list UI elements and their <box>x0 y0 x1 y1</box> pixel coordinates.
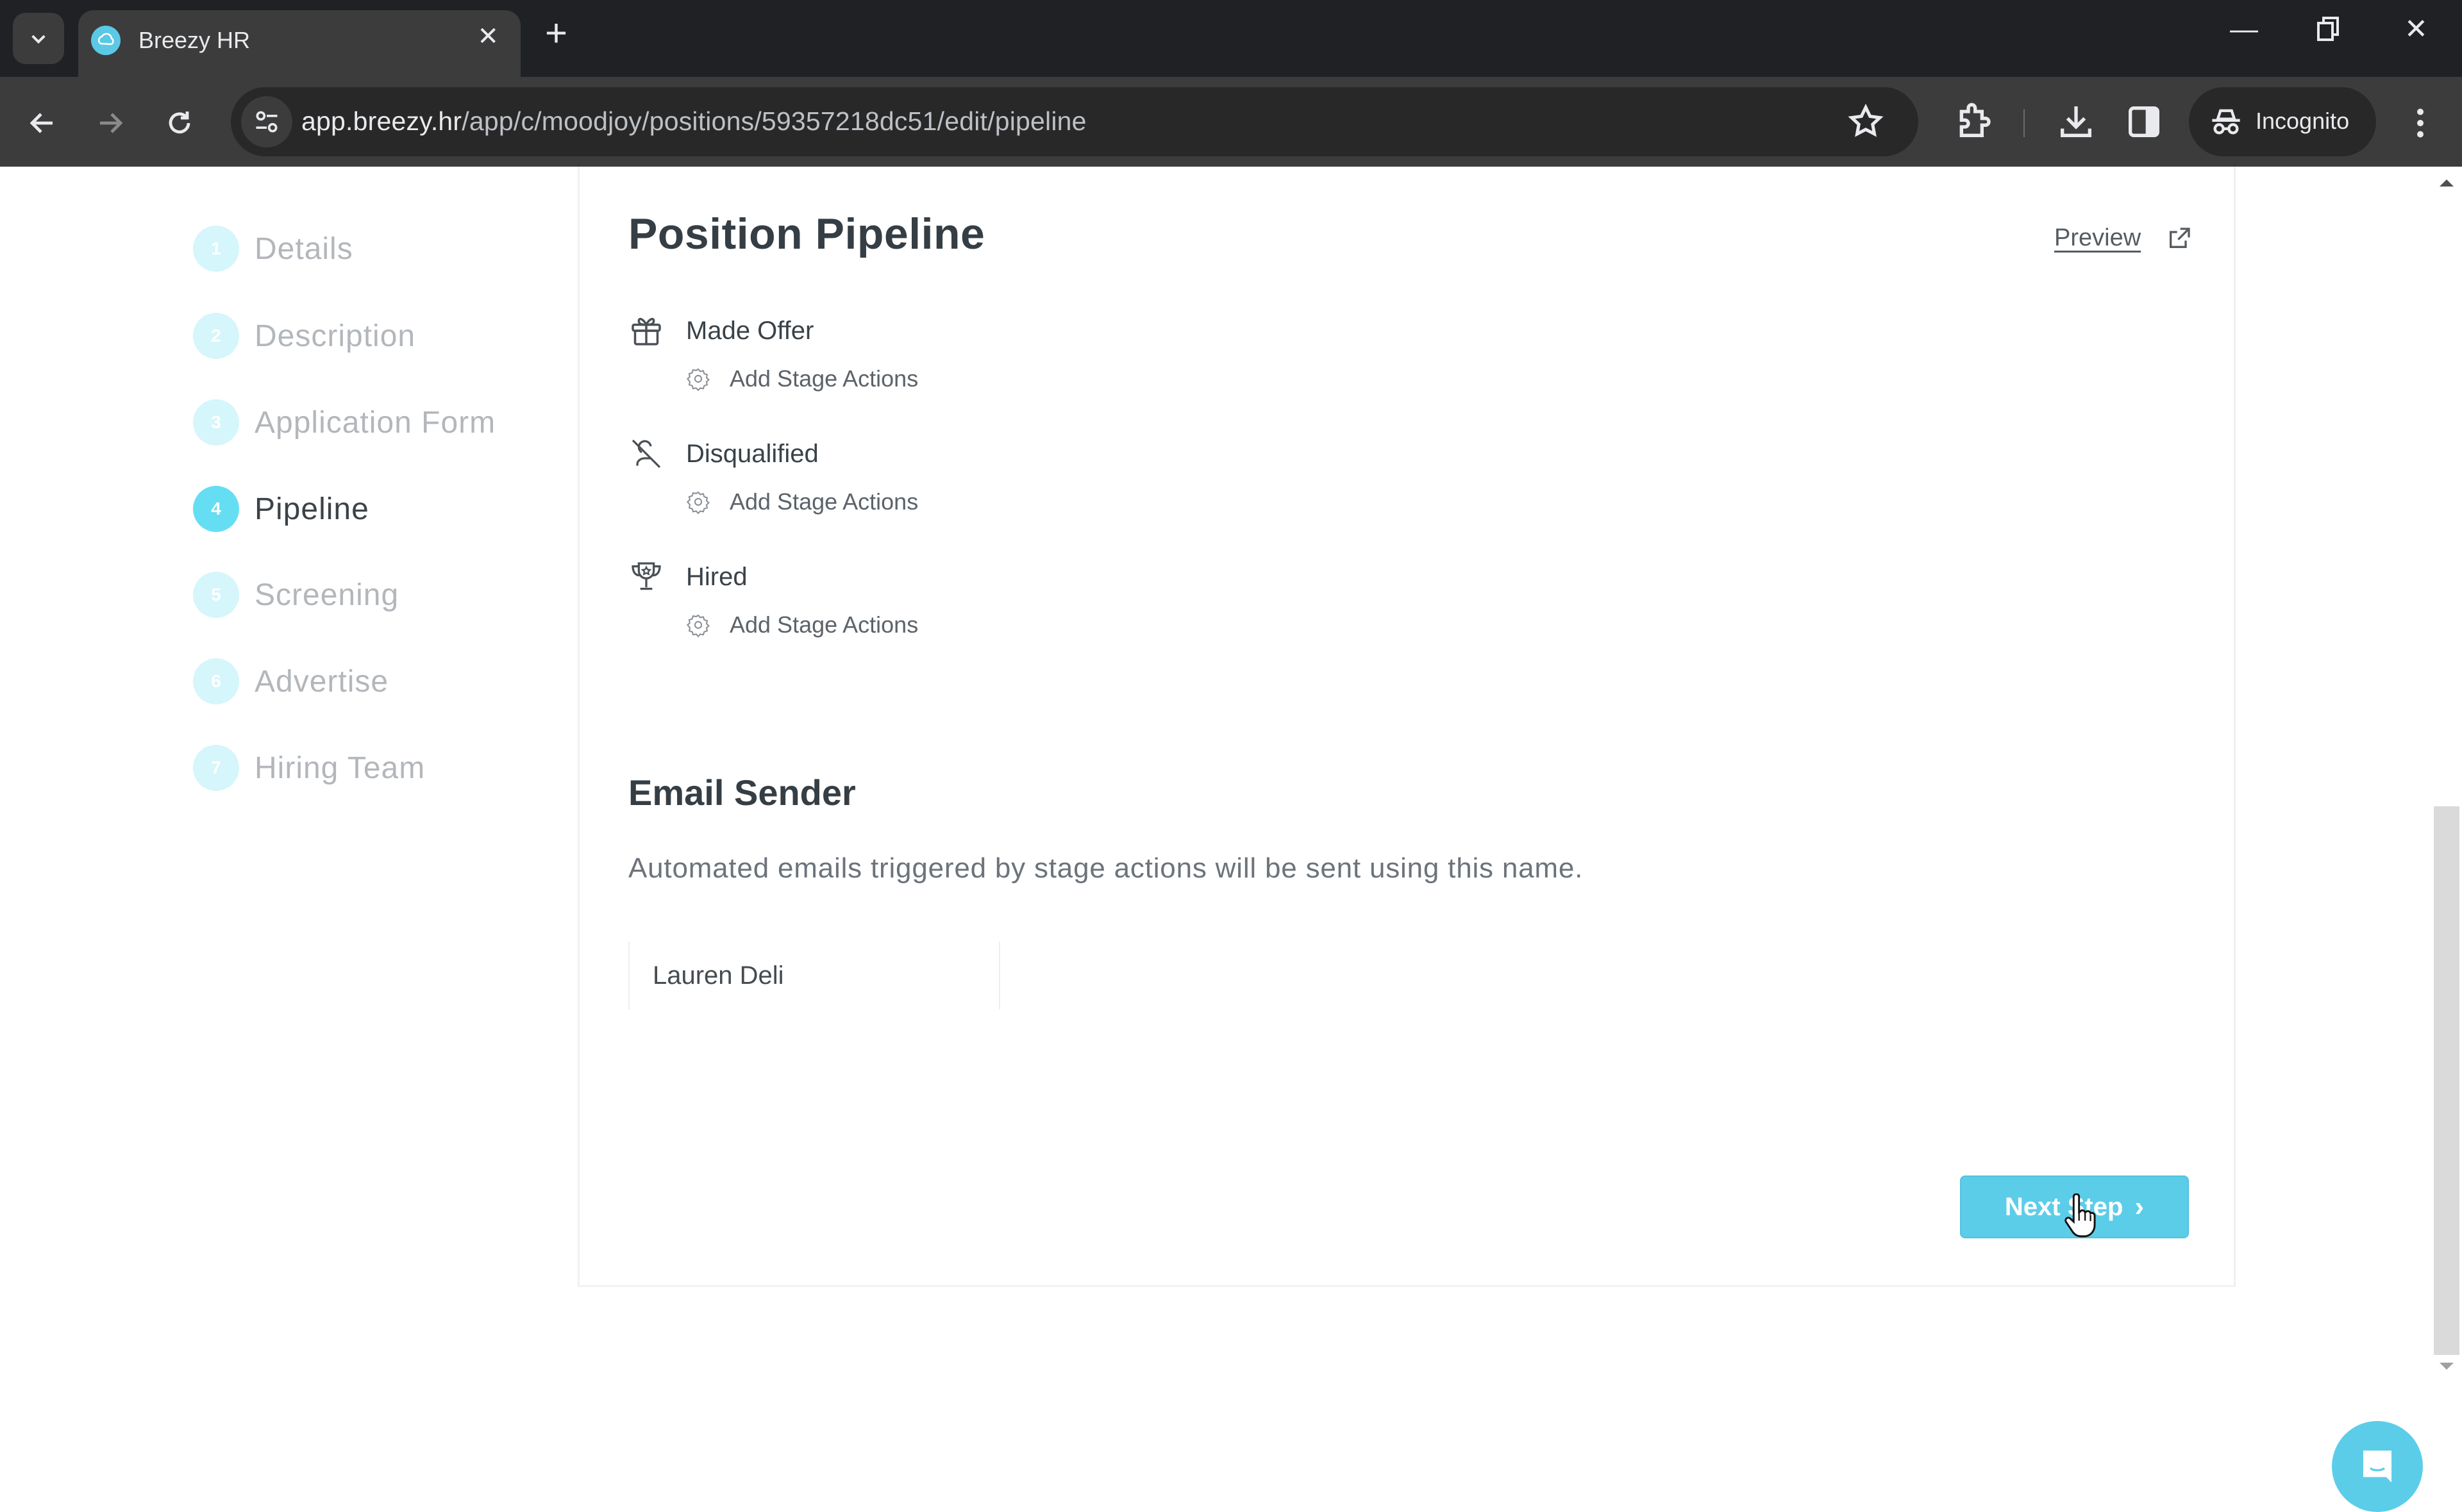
reload-button[interactable] <box>154 97 205 149</box>
site-info-button[interactable] <box>241 96 292 147</box>
step-pipeline[interactable]: 4 Pipeline <box>193 485 369 533</box>
page-scrollbar[interactable] <box>2432 167 2462 1384</box>
toolbar-divider <box>2023 109 2025 137</box>
url-text[interactable]: app.breezy.hr/app/c/moodjoy/positions/59… <box>301 106 1087 137</box>
step-label: Application Form <box>255 405 496 440</box>
step-number: 1 <box>193 226 239 272</box>
tab-close-icon[interactable]: ✕ <box>477 22 499 51</box>
back-button[interactable] <box>17 97 68 149</box>
browser-tab-bar: Breezy HR ✕ + — ✕ <box>0 0 2462 77</box>
hand-pointer-cursor-icon <box>2064 1193 2096 1238</box>
preview-label: Preview <box>2054 224 2141 251</box>
chevron-down-icon <box>31 35 46 44</box>
step-screening[interactable]: 5 Screening <box>193 571 399 619</box>
arrow-right-icon <box>100 113 123 133</box>
restore-icon[interactable] <box>2316 15 2341 49</box>
step-number: 2 <box>193 313 239 359</box>
step-label: Description <box>255 319 416 353</box>
step-number: 3 <box>193 399 239 445</box>
side-panel-icon[interactable] <box>2123 101 2165 142</box>
reload-icon <box>169 112 190 134</box>
forward-button[interactable] <box>85 97 136 149</box>
address-bar[interactable]: app.breezy.hr/app/c/moodjoy/positions/59… <box>231 87 1918 156</box>
bookmark-star-icon[interactable] <box>1846 103 1885 141</box>
sender-name-input[interactable] <box>630 942 999 1009</box>
trophy-icon <box>632 562 661 590</box>
browser-toolbar: app.breezy.hr/app/c/moodjoy/positions/59… <box>0 77 2462 167</box>
minimize-icon[interactable]: — <box>2230 15 2258 44</box>
add-stage-actions-label: Add Stage Actions <box>730 365 919 392</box>
step-label: Details <box>255 231 353 266</box>
gift-icon <box>632 317 661 345</box>
step-label: Advertise <box>255 664 389 699</box>
scrollbar-thumb[interactable] <box>2434 806 2459 1355</box>
url-path: /app/c/moodjoy/positions/59357218dc51/ed… <box>462 106 1087 136</box>
email-sender-field[interactable] <box>628 942 1000 1009</box>
step-label: Hiring Team <box>255 751 426 785</box>
incognito-indicator[interactable]: Incognito <box>2189 87 2376 156</box>
step-number: 7 <box>193 745 239 791</box>
stage-name: Hired <box>686 563 748 591</box>
incognito-icon <box>2212 109 2240 135</box>
user-slash-icon <box>632 439 661 469</box>
stage-name: Made Offer <box>686 317 814 345</box>
scroll-up-arrow-icon[interactable] <box>2440 179 2454 187</box>
step-label: Screening <box>255 577 399 612</box>
extensions-puzzle-icon[interactable] <box>1953 101 1994 142</box>
pipeline-card: Position Pipeline Preview Made Offer Add… <box>578 167 2236 1287</box>
add-stage-actions-button[interactable]: Add Stage Actions <box>686 488 918 515</box>
tune-icon <box>256 111 278 133</box>
stage-name: Disqualified <box>686 440 819 468</box>
page-title: Position Pipeline <box>628 210 985 258</box>
url-host: app.breezy.hr <box>301 106 462 136</box>
chevron-right-icon: › <box>2134 1191 2145 1222</box>
preview-link[interactable]: Preview <box>2054 224 2192 252</box>
chat-launcher-button[interactable] <box>2332 1421 2423 1512</box>
download-icon[interactable] <box>2056 101 2097 142</box>
add-stage-actions-label: Add Stage Actions <box>730 488 919 515</box>
new-tab-button[interactable]: + <box>545 14 567 53</box>
more-menu-icon[interactable] <box>2401 104 2440 142</box>
step-advertise[interactable]: 6 Advertise <box>193 658 389 705</box>
add-stage-actions-label: Add Stage Actions <box>730 611 919 638</box>
tab-search-button[interactable] <box>13 13 64 64</box>
step-label: Pipeline <box>255 492 369 526</box>
step-number: 6 <box>193 658 239 704</box>
chat-icon <box>2363 1450 2391 1483</box>
add-stage-actions-button[interactable]: Add Stage Actions <box>686 611 918 638</box>
arrow-left-icon <box>29 113 53 133</box>
browser-tab[interactable]: Breezy HR ✕ <box>78 10 521 77</box>
breezy-favicon-icon <box>91 26 121 55</box>
gear-icon <box>686 614 710 637</box>
step-hiring-team[interactable]: 7 Hiring Team <box>193 744 425 792</box>
gear-icon <box>686 368 710 391</box>
step-application-form[interactable]: 3 Application Form <box>193 399 496 446</box>
window-close-icon[interactable]: ✕ <box>2404 15 2428 44</box>
scroll-down-arrow-icon[interactable] <box>2440 1363 2454 1370</box>
email-sender-title: Email Sender <box>628 772 856 813</box>
step-number: 5 <box>193 572 239 618</box>
step-number: 4 <box>193 486 239 532</box>
step-description[interactable]: 2 Description <box>193 312 415 360</box>
gear-icon <box>686 491 710 514</box>
incognito-label: Incognito <box>2256 108 2350 134</box>
email-sender-description: Automated emails triggered by stage acti… <box>628 852 1584 884</box>
external-link-icon <box>2170 227 2190 248</box>
step-details[interactable]: 1 Details <box>193 225 353 272</box>
tab-title: Breezy HR <box>138 27 251 53</box>
add-stage-actions-button[interactable]: Add Stage Actions <box>686 365 918 392</box>
